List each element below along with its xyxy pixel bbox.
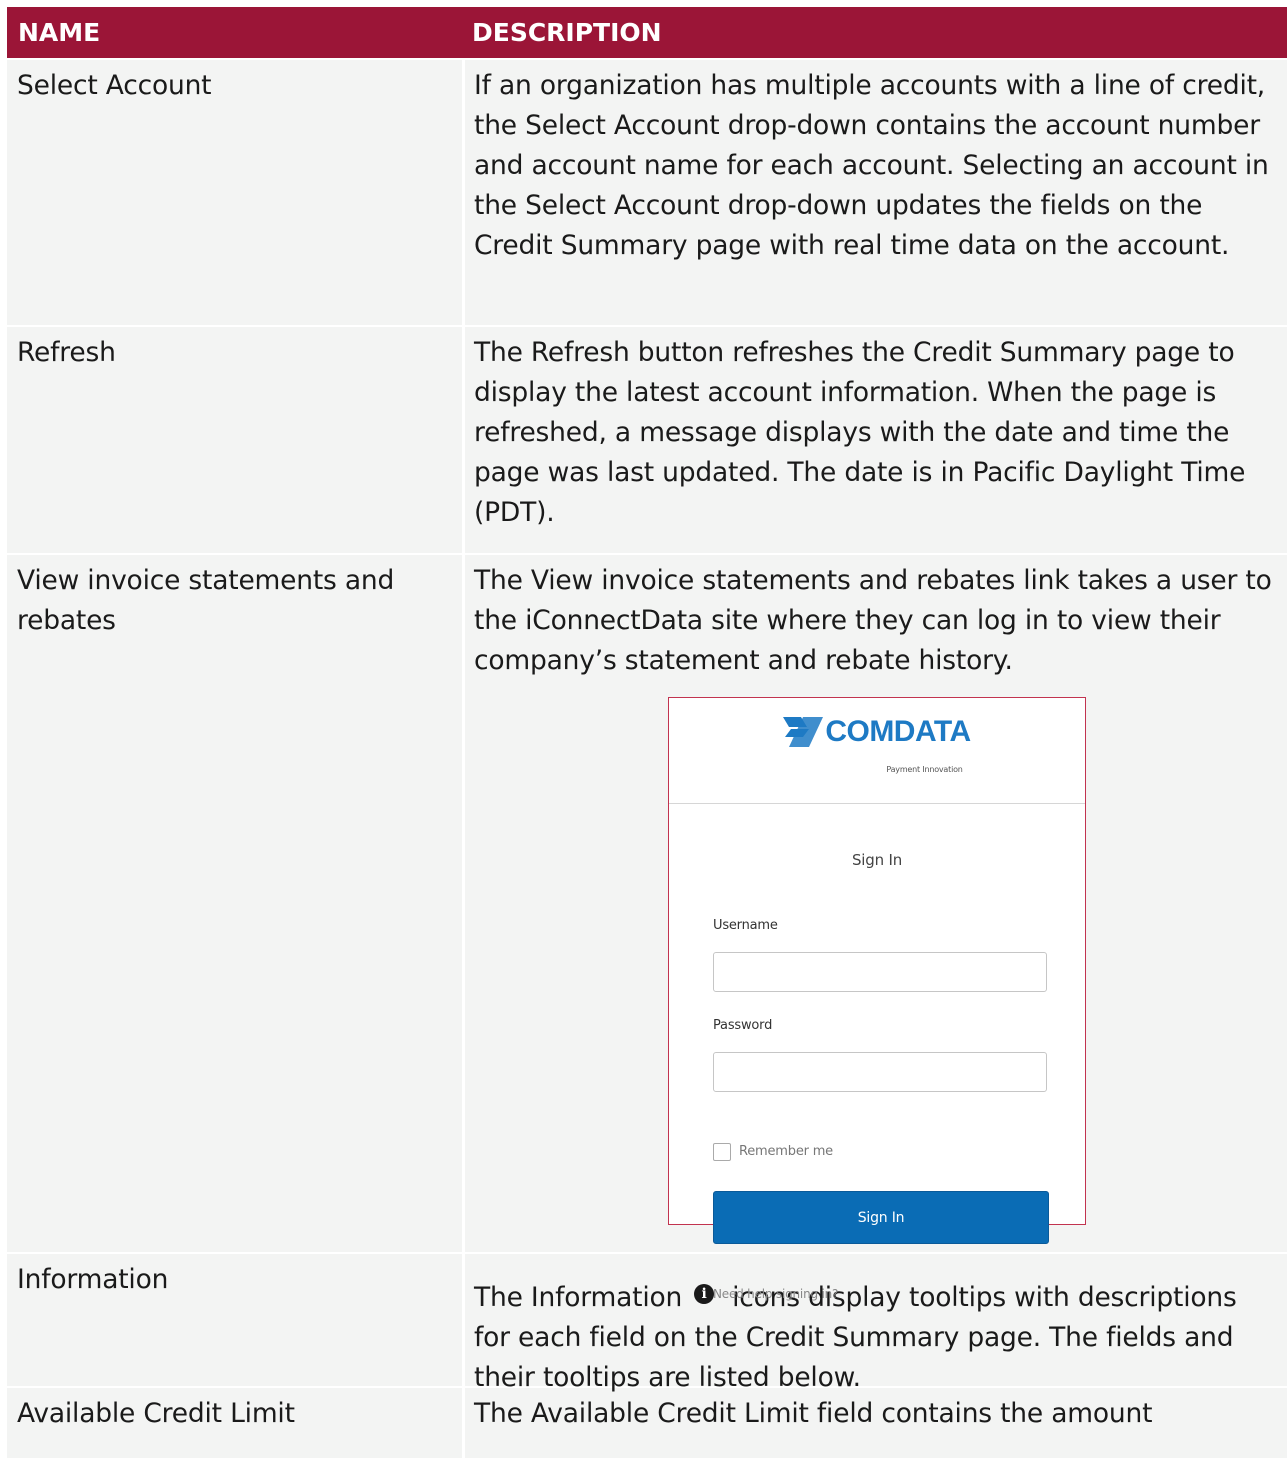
table-row: Select Account If an organization has mu… (7, 58, 1287, 325)
logo-text: COMDATA (825, 714, 971, 748)
logo-tagline: Payment Innovation (886, 764, 963, 774)
header-name: NAME (18, 18, 101, 47)
comdata-logo-icon (783, 716, 824, 747)
description-text: The Information (474, 1282, 683, 1313)
logo-area: COMDATA Payment Innovation (669, 698, 1085, 804)
remember-label: Remember me (739, 1144, 833, 1159)
username-label: Username (713, 918, 778, 933)
help-link: Need help signing in? (713, 1287, 839, 1301)
password-label: Password (713, 1018, 773, 1033)
row-description: The Refresh button refreshes the Credit … (462, 327, 1287, 553)
row-name: Available Credit Limit (17, 1398, 295, 1429)
table-row: Available Credit Limit The Available Cre… (7, 1386, 1287, 1458)
remember-me: Remember me (713, 1132, 1085, 1172)
row-description: If an organization has multiple accounts… (462, 60, 1287, 325)
description-table: NAME DESCRIPTION Select Account If an or… (7, 7, 1287, 1458)
table-header: NAME DESCRIPTION (7, 7, 1287, 58)
row-name: Information (17, 1264, 169, 1295)
row-name: Select Account (17, 70, 212, 101)
info-circle-icon: i (694, 1284, 715, 1304)
row-name: View invoice statements and rebates (17, 565, 395, 636)
row-name: Refresh (17, 337, 116, 368)
table-row: View invoice statements and rebates The … (7, 553, 1287, 1301)
table-row: Refresh The Refresh button refreshes the… (7, 325, 1287, 553)
row-description: The Available Credit Limit field contain… (462, 1388, 1287, 1458)
username-field (713, 952, 1047, 992)
remember-checkbox (713, 1143, 731, 1161)
header-description: DESCRIPTION (472, 18, 662, 47)
signin-screenshot: COMDATA Payment Innovation Sign In Usern… (668, 697, 1086, 1301)
password-field (713, 1052, 1047, 1092)
signin-title: Sign In (851, 851, 903, 869)
row-description: The View invoice statements and rebates … (462, 555, 1287, 1301)
table-row: Information The Information i icons displa… (7, 1252, 1287, 1393)
signin-button: Sign In (713, 1191, 1049, 1244)
